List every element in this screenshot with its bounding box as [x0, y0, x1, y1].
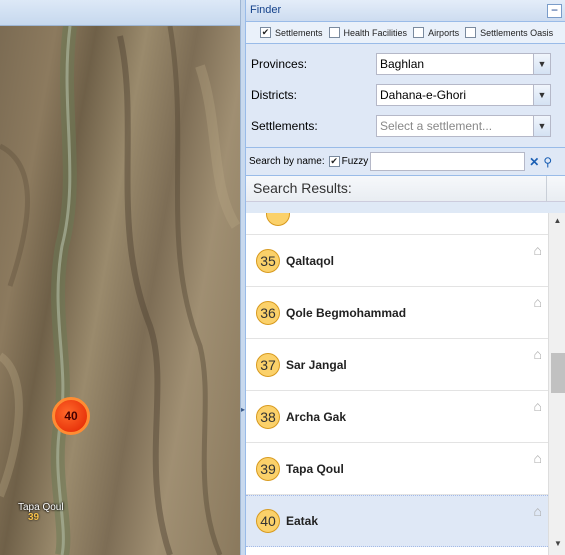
results-list[interactable]: 35 Qaltaqol ⌂ 36 Qole Begmohammad ⌂ 37 S… [246, 213, 548, 555]
result-name[interactable]: Qole Begmohammad [286, 306, 406, 320]
panel-title: Finder [250, 4, 282, 16]
result-number-badge: 38 [256, 404, 280, 429]
map-place-number[interactable]: 39 [28, 512, 39, 523]
scroll-thumb[interactable] [551, 353, 565, 393]
filter-label: Health Facilities [343, 27, 408, 38]
chevron-down-icon[interactable]: ▼ [533, 84, 550, 105]
result-name[interactable]: Qaltaqol [286, 254, 334, 268]
house-icon[interactable]: ⌂ [534, 450, 542, 466]
list-item[interactable]: 36 Qole Begmohammad ⌂ [246, 287, 548, 339]
list-item-selected[interactable]: 40 Eatak ⌂ [246, 495, 548, 547]
result-name[interactable]: Tapa Qoul [286, 462, 344, 476]
provinces-row: Provinces: Baghlan ▼ [249, 48, 562, 79]
result-number-badge [266, 213, 290, 226]
filter-settlements[interactable]: ✔ Settlements [260, 27, 323, 38]
house-icon[interactable]: ⌂ [534, 242, 542, 258]
list-item[interactable]: 39 Tapa Qoul ⌂ [246, 443, 548, 495]
list-item[interactable]: 35 Qaltaqol ⌂ [246, 235, 548, 287]
search-bar: Search by name: ✔ Fuzzy ✕ ⚲ [246, 148, 565, 176]
filter-label: Settlements [275, 27, 323, 38]
scroll-down-icon[interactable]: ▼ [549, 539, 565, 555]
results-header: Search Results: [246, 176, 565, 202]
filter-airports[interactable]: Airports [413, 27, 459, 38]
app-root: 40 Tapa Qoul 39 ▸ Finder − ✔ Settlements… [0, 0, 565, 555]
house-icon[interactable]: ⌂ [534, 346, 542, 362]
satellite-map[interactable]: 40 Tapa Qoul 39 [0, 0, 240, 555]
checkbox-icon[interactable] [328, 27, 340, 38]
terrain-texture [0, 26, 240, 555]
finder-header: Finder − [246, 0, 565, 22]
settlements-label: Settlements: [251, 118, 318, 133]
location-form: Provinces: Baghlan ▼ Districts: Dahana-e… [246, 44, 565, 148]
result-number-badge: 35 [256, 248, 280, 273]
districts-select[interactable]: Dahana-e-Ghori ▼ [376, 83, 551, 106]
map-cluster-marker[interactable]: 40 [52, 397, 90, 435]
house-icon[interactable]: ⌂ [534, 398, 542, 414]
settlements-select[interactable]: Select a settlement... ▼ [376, 114, 551, 137]
settlements-row: Settlements: Select a settlement... ▼ [249, 110, 562, 141]
list-item[interactable]: 37 Sar Jangal ⌂ [246, 339, 548, 391]
results-title: Search Results: [253, 180, 352, 196]
house-icon[interactable]: ⌂ [534, 503, 542, 519]
result-number-badge: 40 [256, 509, 280, 533]
districts-row: Districts: Dahana-e-Ghori ▼ [249, 79, 562, 110]
search-icon[interactable]: ⚲ [543, 155, 552, 169]
result-number-badge: 39 [256, 456, 280, 481]
collapse-button[interactable]: − [547, 4, 562, 18]
result-name[interactable]: Archa Gak [286, 410, 346, 424]
chevron-down-icon[interactable]: ▼ [533, 115, 550, 136]
layer-filter-row: ✔ Settlements Health Facilities Airports… [246, 22, 565, 44]
filter-label: Airports [428, 27, 460, 38]
map-toolbar [0, 0, 240, 26]
result-name[interactable]: Eatak [286, 514, 318, 528]
checkbox-icon[interactable]: ✔ [260, 27, 271, 38]
filter-settlements-oasis[interactable]: Settlements Oasis [465, 27, 553, 38]
search-label: Search by name: [249, 156, 325, 167]
search-input[interactable] [370, 152, 526, 171]
fuzzy-label: Fuzzy [341, 156, 369, 167]
results-scrollbar[interactable]: ▲ ▼ [548, 213, 565, 555]
fuzzy-checkbox-icon[interactable]: ✔ [328, 156, 340, 167]
provinces-value[interactable]: Baghlan [377, 57, 533, 71]
result-number-badge: 36 [256, 300, 280, 325]
settlements-placeholder[interactable]: Select a settlement... [377, 119, 533, 133]
districts-value[interactable]: Dahana-e-Ghori [377, 88, 533, 102]
districts-label: Districts: [251, 87, 297, 102]
chevron-down-icon[interactable]: ▼ [533, 53, 550, 74]
header-divider [546, 176, 547, 202]
house-icon[interactable]: ⌂ [534, 294, 542, 310]
checkbox-icon[interactable] [465, 27, 477, 38]
provinces-select[interactable]: Baghlan ▼ [376, 52, 551, 75]
filter-health-facilities[interactable]: Health Facilities [328, 27, 408, 38]
scroll-up-icon[interactable]: ▲ [549, 213, 565, 229]
clear-icon[interactable]: ✕ [529, 155, 539, 169]
finder-panel: Finder − ✔ Settlements Health Facilities… [245, 0, 565, 555]
map-place-label: Tapa Qoul [18, 502, 64, 513]
list-item[interactable]: 38 Archa Gak ⌂ [246, 391, 548, 443]
list-item-partial[interactable] [246, 213, 548, 235]
result-number-badge: 37 [256, 352, 280, 377]
filter-label: Settlements Oasis [480, 27, 554, 38]
checkbox-icon[interactable] [413, 27, 425, 38]
provinces-label: Provinces: [251, 56, 308, 71]
result-name[interactable]: Sar Jangal [286, 358, 347, 372]
